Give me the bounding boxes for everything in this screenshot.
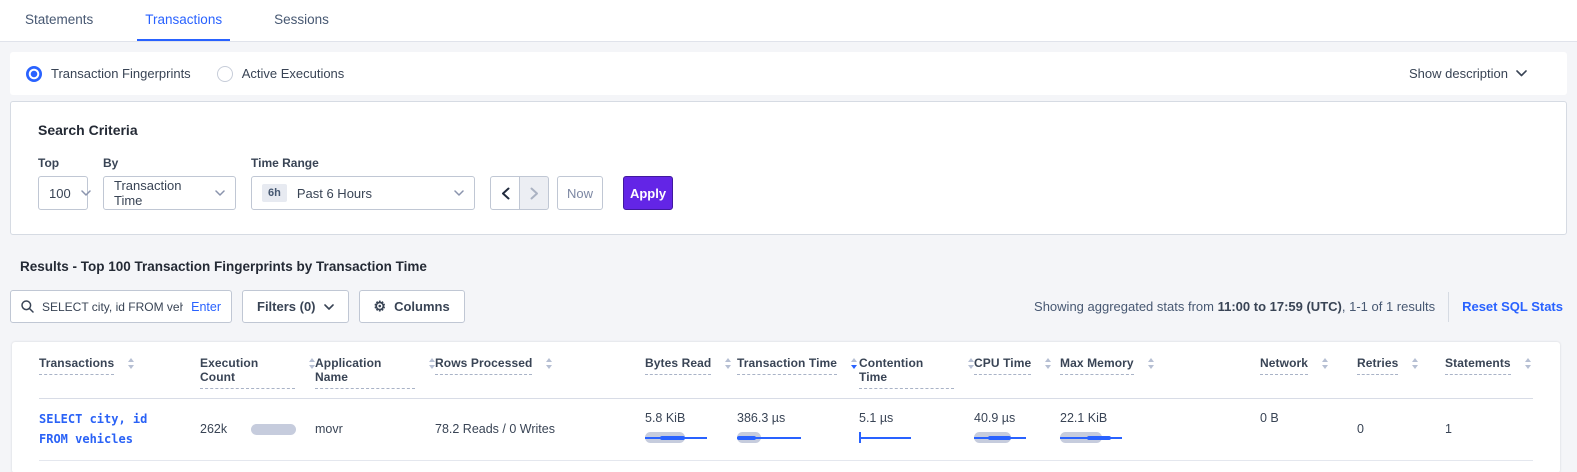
sort-icon[interactable]: [1045, 358, 1051, 369]
radio-unselected-icon[interactable]: [217, 66, 233, 82]
sort-icon[interactable]: [725, 358, 731, 369]
chevron-down-icon: [1516, 70, 1527, 77]
now-button[interactable]: Now: [557, 176, 603, 210]
transaction-cell: SELECT city, id FROM vehicles: [39, 399, 200, 460]
apply-button[interactable]: Apply: [623, 176, 673, 210]
radio-active-executions[interactable]: Active Executions: [217, 66, 345, 82]
results-title: Results - Top 100 Transaction Fingerprin…: [20, 259, 1557, 274]
aggregated-stats-text: Showing aggregated stats from 11:00 to 1…: [1034, 299, 1435, 314]
chevron-right-icon: [530, 187, 539, 200]
chevron-down-icon: [444, 190, 464, 196]
column-header-cpu-time[interactable]: CPU Time: [974, 356, 1060, 398]
radio-label: Transaction Fingerprints: [51, 66, 191, 81]
tab-transactions[interactable]: Transactions: [137, 0, 230, 41]
stats-time-range: 11:00 to 17:59 (UTC): [1218, 299, 1342, 314]
max-memory-cell: 22.1 KiB: [1060, 399, 1260, 460]
statements-cell: 1: [1445, 399, 1533, 460]
view-toggle-band: Transaction Fingerprints Active Executio…: [10, 52, 1567, 95]
execution-count-cell: 262k: [200, 399, 315, 460]
column-header-transaction-time[interactable]: Transaction Time: [737, 356, 859, 398]
column-header-rows-processed[interactable]: Rows Processed: [435, 356, 645, 398]
results-table: Transactions Execution Count Application…: [12, 342, 1560, 472]
sort-icon[interactable]: [546, 358, 552, 369]
tab-sessions[interactable]: Sessions: [266, 0, 337, 41]
column-header-transactions[interactable]: Transactions: [39, 356, 200, 398]
tab-statements[interactable]: Statements: [17, 0, 101, 41]
column-header-application-name[interactable]: Application Name: [315, 356, 435, 398]
sort-icon[interactable]: [1525, 358, 1531, 369]
column-header-statements[interactable]: Statements: [1445, 356, 1533, 398]
by-control: By Transaction Time: [103, 156, 236, 210]
sort-icon[interactable]: [1148, 358, 1154, 369]
network-cell: 0 B: [1260, 399, 1357, 460]
search-criteria-title: Search Criteria: [38, 122, 1539, 138]
column-header-retries[interactable]: Retries: [1357, 356, 1445, 398]
search-icon: [21, 300, 34, 313]
reset-sql-stats-link[interactable]: Reset SQL Stats: [1462, 299, 1563, 314]
transaction-time-bar: [737, 432, 807, 444]
bytes-read-bar: [645, 432, 715, 444]
chevron-down-icon: [205, 190, 225, 196]
radio-selected-icon[interactable]: [26, 66, 42, 82]
top-select[interactable]: 100: [38, 176, 88, 210]
transaction-fingerprint-link[interactable]: SELECT city, id FROM vehicles: [39, 399, 200, 460]
chevron-down-icon: [71, 190, 91, 196]
cpu-time-cell: 40.9 µs: [974, 399, 1060, 460]
rows-processed-cell: 78.2 Reads / 0 Writes: [435, 399, 645, 460]
contention-time-cell: 5.1 µs: [859, 399, 974, 460]
sort-icon[interactable]: [1412, 358, 1418, 369]
column-header-bytes-read[interactable]: Bytes Read: [645, 356, 737, 398]
results-toolbar: SELECT city, id FROM vehicles W Enter Fi…: [10, 290, 1563, 323]
page-tabbar: Statements Transactions Sessions: [0, 0, 1577, 42]
sql-search-input[interactable]: SELECT city, id FROM vehicles W Enter: [10, 290, 232, 323]
gear-icon: ⚙: [374, 298, 387, 315]
top-label: Top: [38, 156, 88, 170]
column-header-contention-time[interactable]: Contention Time: [859, 356, 974, 398]
contention-time-bar: [859, 432, 929, 444]
bytes-read-cell: 5.8 KiB: [645, 399, 737, 460]
divider: [1448, 292, 1449, 322]
chevron-left-icon: [501, 187, 510, 200]
cpu-time-bar: [974, 432, 1044, 444]
previous-time-window-button[interactable]: [490, 176, 520, 210]
enter-button[interactable]: Enter: [191, 300, 221, 314]
max-memory-bar: [1060, 432, 1130, 444]
sort-icon[interactable]: [1322, 358, 1328, 369]
transaction-time-cell: 386.3 µs: [737, 399, 859, 460]
sort-icon[interactable]: [128, 358, 134, 369]
time-window-pager: [490, 176, 549, 210]
search-criteria-card: Search Criteria Top 100 By Transaction T…: [10, 101, 1567, 235]
columns-button[interactable]: ⚙ Columns: [359, 290, 465, 323]
by-select[interactable]: Transaction Time: [103, 176, 236, 210]
column-header-execution-count[interactable]: Execution Count: [200, 356, 315, 398]
radio-label: Active Executions: [242, 66, 345, 81]
sort-desc-icon[interactable]: [851, 358, 857, 369]
search-query-text[interactable]: SELECT city, id FROM vehicles W: [42, 300, 183, 314]
radio-transaction-fingerprints[interactable]: Transaction Fingerprints: [26, 66, 191, 82]
next-time-window-button[interactable]: [519, 176, 549, 210]
application-name-cell: movr: [315, 399, 435, 460]
time-range-select[interactable]: 6h Past 6 Hours: [251, 176, 475, 210]
by-label: By: [103, 156, 236, 170]
table-header-row: Transactions Execution Count Application…: [39, 342, 1533, 399]
column-header-max-memory[interactable]: Max Memory: [1060, 356, 1260, 398]
top-control: Top 100: [38, 156, 88, 210]
chevron-down-icon: [324, 304, 334, 310]
execution-count-bar: [251, 424, 296, 435]
time-range-badge: 6h: [262, 184, 287, 202]
time-range-control: Time Range 6h Past 6 Hours: [251, 156, 475, 210]
show-description-toggle[interactable]: Show description: [1409, 66, 1527, 81]
column-header-network[interactable]: Network: [1260, 356, 1357, 398]
table-row: SELECT city, id FROM vehicles 262k movr …: [39, 399, 1533, 461]
filters-button[interactable]: Filters (0): [242, 290, 349, 323]
retries-cell: 0: [1357, 399, 1445, 460]
time-range-label: Time Range: [251, 156, 475, 170]
